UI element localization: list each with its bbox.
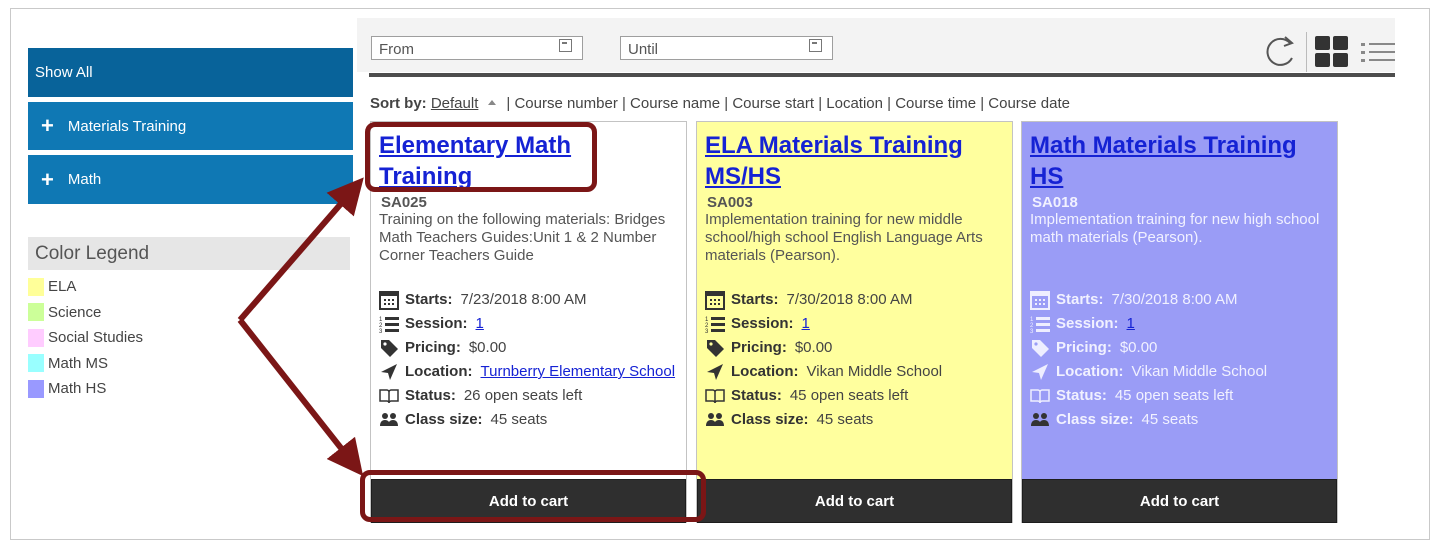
from-placeholder: From xyxy=(379,41,414,58)
users-icon xyxy=(1031,413,1049,426)
show-all-button[interactable]: Show All xyxy=(28,48,353,97)
toolbar-divider xyxy=(1306,32,1307,72)
legend-label: Social Studies xyxy=(48,329,144,347)
legend-label: Science xyxy=(48,303,102,321)
sidebar-item-label: Materials Training xyxy=(67,117,187,135)
svg-text:3: 3 xyxy=(1030,329,1034,334)
cart-highlight-box xyxy=(360,470,706,522)
status-row: Status: 26 open seats left xyxy=(379,384,684,408)
class-size-row: Class size: 45 seats xyxy=(1030,408,1335,432)
show-all-label: Show All xyxy=(35,64,93,81)
users-icon xyxy=(706,413,724,426)
status-row: Status: 45 open seats left xyxy=(705,384,1010,408)
list-view-icon[interactable] xyxy=(1360,36,1396,70)
add-to-cart-button[interactable]: Add to cart xyxy=(1022,479,1337,523)
location-row: Location: Turnberry Elementary School xyxy=(379,360,684,384)
numbered-list-icon: 123 xyxy=(1030,317,1050,334)
course-description: Training on the following materials: Bri… xyxy=(379,211,666,264)
price-tag-icon xyxy=(381,340,398,357)
calendar-icon[interactable] xyxy=(559,39,572,52)
starts-row: Starts: 7/30/2018 8:00 AM xyxy=(1030,288,1335,312)
svg-text:3: 3 xyxy=(379,329,383,334)
calendar-icon xyxy=(1030,291,1050,310)
sidebar-item-math[interactable]: + Math xyxy=(28,155,353,204)
sort-default-link[interactable]: Default xyxy=(431,95,479,112)
location-row: Location: Vikan Middle School xyxy=(705,360,1010,384)
refresh-icon[interactable] xyxy=(1262,33,1300,71)
numbered-list-icon: 123 xyxy=(705,317,725,334)
course-description: Implementation training for new high sch… xyxy=(1030,211,1320,246)
calendar-icon xyxy=(379,291,399,310)
sidebar-item-materials-training[interactable]: + Materials Training xyxy=(28,102,353,150)
legend-item: Science xyxy=(28,300,143,326)
session-row: 123 Session: 1 xyxy=(379,312,684,336)
toolbar-divider-line xyxy=(369,73,1395,77)
pricing-row: Pricing: $0.00 xyxy=(705,336,1010,360)
location-link[interactable]: Turnberry Elementary School xyxy=(481,363,676,380)
location-row: Location: Vikan Middle School xyxy=(1030,360,1335,384)
legend-swatch xyxy=(28,277,44,296)
pricing-row: Pricing: $0.00 xyxy=(1030,336,1335,360)
price-tag-icon xyxy=(707,340,724,357)
course-code: SA018 xyxy=(1032,194,1078,211)
legend-swatch xyxy=(28,328,44,347)
course-card: ELA Materials Training MS/HS SA003 Implem… xyxy=(696,121,1013,523)
session-link[interactable]: 1 xyxy=(802,312,810,336)
sort-label: Sort by: xyxy=(370,95,427,112)
status-row: Status: 45 open seats left xyxy=(1030,384,1335,408)
legend-item: ELA xyxy=(28,274,143,300)
course-title-link[interactable]: ELA Materials Training MS/HS xyxy=(705,130,995,192)
plus-icon: + xyxy=(41,166,54,192)
course-card: Math Materials Training HS SA018 Implemen… xyxy=(1021,121,1338,523)
color-legend-title: Color Legend xyxy=(28,237,350,270)
until-placeholder: Until xyxy=(628,41,659,58)
legend-item: Math MS xyxy=(28,351,143,377)
course-code: SA003 xyxy=(707,194,753,211)
book-icon xyxy=(379,389,399,404)
sort-options[interactable]: | Course number | Course name | Course s… xyxy=(506,95,1070,112)
starts-row: Starts: 7/23/2018 8:00 AM xyxy=(379,288,684,312)
legend-label: ELA xyxy=(48,278,77,296)
course-code: SA025 xyxy=(381,194,427,211)
location-arrow-icon xyxy=(1032,364,1048,380)
location-arrow-icon xyxy=(707,364,723,380)
calendar-icon xyxy=(705,291,725,310)
sidebar-item-label: Math xyxy=(67,171,102,188)
numbered-list-icon: 123 xyxy=(379,317,399,334)
title-highlight-box xyxy=(365,122,597,192)
class-size-row: Class size: 45 seats xyxy=(705,408,1010,432)
legend-swatch xyxy=(28,354,44,373)
legend-item: Math HS xyxy=(28,376,143,402)
book-icon xyxy=(1030,389,1050,404)
sort-bar: Sort by: Default | Course number | Course… xyxy=(370,95,1070,112)
plus-icon: + xyxy=(41,113,54,138)
course-description: Implementation training for new middle s… xyxy=(705,211,983,264)
starts-row: Starts: 7/30/2018 8:00 AM xyxy=(705,288,1010,312)
calendar-icon[interactable] xyxy=(809,39,822,52)
class-size-row: Class size: 45 seats xyxy=(379,408,684,432)
legend-label: Math MS xyxy=(48,354,109,372)
grid-view-icon[interactable] xyxy=(1313,33,1351,71)
session-link[interactable]: 1 xyxy=(476,312,484,336)
users-icon xyxy=(380,413,398,426)
session-row: 123 Session: 1 xyxy=(1030,312,1335,336)
book-icon xyxy=(705,389,725,404)
legend-swatch xyxy=(28,303,44,322)
location-arrow-icon xyxy=(381,364,397,380)
legend-item: Social Studies xyxy=(28,325,143,351)
session-link[interactable]: 1 xyxy=(1127,312,1135,336)
pricing-row: Pricing: $0.00 xyxy=(379,336,684,360)
from-date-input[interactable]: From xyxy=(371,36,583,60)
svg-text:3: 3 xyxy=(705,329,709,334)
sort-ascending-icon[interactable] xyxy=(488,100,497,105)
session-row: 123 Session: 1 xyxy=(705,312,1010,336)
legend-swatch xyxy=(28,379,44,398)
course-title-link[interactable]: Math Materials Training HS xyxy=(1030,130,1320,192)
color-legend: ELA Science Social Studies Math MS Math … xyxy=(28,274,143,402)
price-tag-icon xyxy=(1032,340,1049,357)
add-to-cart-button[interactable]: Add to cart xyxy=(697,479,1012,523)
legend-label: Math HS xyxy=(48,380,107,398)
until-date-input[interactable]: Until xyxy=(620,36,833,60)
